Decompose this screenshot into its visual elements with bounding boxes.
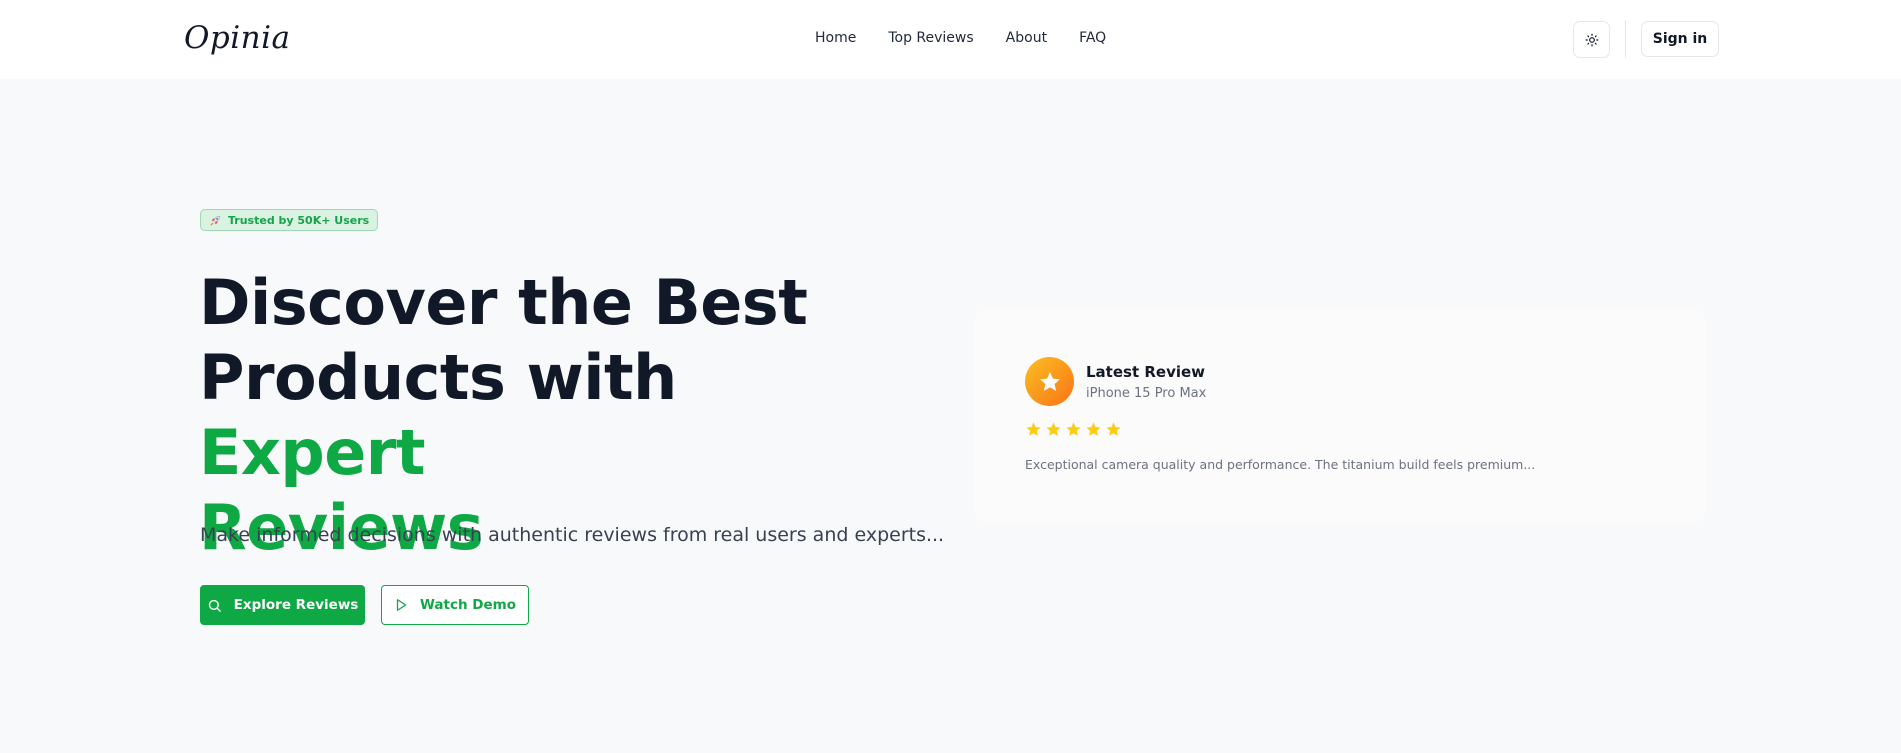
latest-review-card[interactable]: Latest Review iPhone 15 Pro Max Exceptio… xyxy=(975,309,1705,523)
trust-badge-text: Trusted by 50K+ Users xyxy=(228,213,370,227)
nav-links: Home Top Reviews About FAQ xyxy=(815,30,1106,46)
review-card-title: Latest Review xyxy=(1086,363,1206,381)
hero-headline: Discover the Best Products with Expert R… xyxy=(199,265,919,565)
review-avatar xyxy=(1025,357,1074,406)
trust-badge: Trusted by 50K+ Users xyxy=(200,209,379,231)
sign-in-button[interactable]: Sign in xyxy=(1641,21,1719,57)
logo[interactable]: Opinia xyxy=(184,20,291,56)
nav-divider xyxy=(1625,20,1626,58)
rocket-icon xyxy=(210,215,221,225)
nav-link-about[interactable]: About xyxy=(1006,30,1047,46)
headline-line-1: Discover the Best xyxy=(199,266,808,339)
review-excerpt: Exceptional camera quality and performan… xyxy=(1025,457,1536,472)
star-icon xyxy=(1086,422,1101,436)
search-icon xyxy=(208,599,221,612)
hero-subtext: Make informed decisions with authentic r… xyxy=(200,524,945,546)
star-icon xyxy=(1106,422,1121,436)
watch-demo-label: Watch Demo xyxy=(420,597,516,613)
nav-link-top-reviews[interactable]: Top Reviews xyxy=(888,30,973,46)
star-icon xyxy=(1066,422,1081,436)
theme-toggle-button[interactable] xyxy=(1573,21,1610,58)
sun-icon xyxy=(1585,33,1598,46)
star-rating xyxy=(1025,421,1122,438)
play-icon xyxy=(396,599,407,611)
navbar: Opinia Home Top Reviews About FAQ Sign i… xyxy=(0,0,1901,79)
headline-accent-expert: Expert xyxy=(199,416,426,489)
explore-reviews-label: Explore Reviews xyxy=(233,597,359,613)
review-product-name: iPhone 15 Pro Max xyxy=(1086,386,1207,401)
nav-link-faq[interactable]: FAQ xyxy=(1079,30,1106,46)
explore-reviews-button[interactable]: Explore Reviews xyxy=(200,585,365,625)
nav-link-home[interactable]: Home xyxy=(815,30,856,46)
star-icon xyxy=(1046,422,1061,436)
watch-demo-button[interactable]: Watch Demo xyxy=(381,585,529,625)
star-icon xyxy=(1039,371,1060,391)
headline-line-2: Products with xyxy=(199,341,677,414)
star-icon xyxy=(1026,422,1041,436)
